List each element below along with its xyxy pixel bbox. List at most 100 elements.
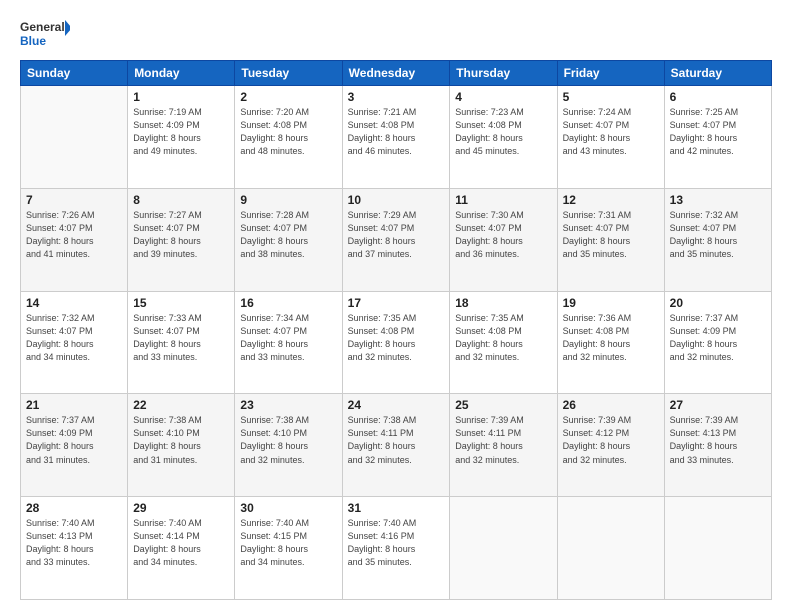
table-row: 26 Sunrise: 7:39 AM Sunset: 4:12 PM Dayli… [557,394,664,497]
table-row: 29Sunrise: 7:40 AM Sunset: 4:14 PM Dayli… [128,497,235,600]
day-info: Sunrise: 7:40 AM Sunset: 4:14 PM Dayligh… [133,517,229,569]
table-row: 30 Sunrise: 7:40 AM Sunset: 4:15 PM Dayli… [235,497,342,600]
day-number: 20 [670,296,766,310]
day-number: 26 [563,398,659,412]
calendar-table: SundayMondayTuesdayWednesdayThursdayFrid… [20,60,772,600]
table-row: 27 Sunrise: 7:39 AM Sunset: 4:13 PM Dayli… [664,394,771,497]
day-number: 5 [563,90,659,104]
day-info: Sunrise: 7:38 AM Sunset: 4:10 PM Dayligh… [240,414,336,466]
calendar-header-friday: Friday [557,61,664,86]
day-info: Sunrise: 7:30 AM Sunset: 4:07 PM Dayligh… [455,209,551,261]
table-row: 18Sunrise: 7:35 AM Sunset: 4:08 PM Dayli… [450,291,557,394]
table-row: 12 Sunrise: 7:31 AM Sunset: 4:07 PM Dayli… [557,188,664,291]
calendar-header-row: SundayMondayTuesdayWednesdayThursdayFrid… [21,61,772,86]
table-row: 6 Sunrise: 7:25 AM Sunset: 4:07 PM Daylig… [664,86,771,189]
table-row: 15 Sunrise: 7:33 AM Sunset: 4:07 PM Dayli… [128,291,235,394]
day-info: Sunrise: 7:32 AM Sunset: 4:07 PM Dayligh… [26,312,122,364]
calendar-header-sunday: Sunday [21,61,128,86]
table-row: 31 Sunrise: 7:40 AM Sunset: 4:16 PM Dayli… [342,497,450,600]
logo: General Blue [20,18,70,50]
calendar-header-monday: Monday [128,61,235,86]
header: General Blue [20,18,772,50]
day-info: Sunrise: 7:35 AM Sunset: 4:08 PM Dayligh… [348,312,445,364]
table-row: 28 Sunrise: 7:40 AM Sunset: 4:13 PM Dayli… [21,497,128,600]
table-row: 9 Sunrise: 7:28 AM Sunset: 4:07 PM Daylig… [235,188,342,291]
table-row: 2 Sunrise: 7:20 AM Sunset: 4:08 PM Daylig… [235,86,342,189]
calendar-week-row: 1 Sunrise: 7:19 AM Sunset: 4:09 PM Daylig… [21,86,772,189]
day-info: Sunrise: 7:27 AM Sunset: 4:07 PM Dayligh… [133,209,229,261]
day-info: Sunrise: 7:40 AM Sunset: 4:13 PM Dayligh… [26,517,122,569]
logo-svg: General Blue [20,18,70,50]
calendar-week-row: 28 Sunrise: 7:40 AM Sunset: 4:13 PM Dayli… [21,497,772,600]
table-row: 21 Sunrise: 7:37 AM Sunset: 4:09 PM Dayli… [21,394,128,497]
day-number: 22 [133,398,229,412]
day-number: 28 [26,501,122,515]
day-info: Sunrise: 7:37 AM Sunset: 4:09 PM Dayligh… [26,414,122,466]
day-number: 12 [563,193,659,207]
day-info: Sunrise: 7:24 AM Sunset: 4:07 PM Dayligh… [563,106,659,158]
svg-text:General: General [20,20,65,34]
table-row: 3 Sunrise: 7:21 AM Sunset: 4:08 PM Daylig… [342,86,450,189]
day-number: 10 [348,193,445,207]
day-info: Sunrise: 7:19 AM Sunset: 4:09 PM Dayligh… [133,106,229,158]
day-number: 4 [455,90,551,104]
day-info: Sunrise: 7:29 AM Sunset: 4:07 PM Dayligh… [348,209,445,261]
table-row: 14 Sunrise: 7:32 AM Sunset: 4:07 PM Dayli… [21,291,128,394]
table-row: 1 Sunrise: 7:19 AM Sunset: 4:09 PM Daylig… [128,86,235,189]
day-number: 24 [348,398,445,412]
day-info: Sunrise: 7:38 AM Sunset: 4:10 PM Dayligh… [133,414,229,466]
day-number: 7 [26,193,122,207]
table-row: 24Sunrise: 7:38 AM Sunset: 4:11 PM Dayli… [342,394,450,497]
table-row: 10 Sunrise: 7:29 AM Sunset: 4:07 PM Dayli… [342,188,450,291]
day-number: 25 [455,398,551,412]
day-info: Sunrise: 7:28 AM Sunset: 4:07 PM Dayligh… [240,209,336,261]
day-number: 17 [348,296,445,310]
day-number: 6 [670,90,766,104]
day-number: 9 [240,193,336,207]
day-info: Sunrise: 7:34 AM Sunset: 4:07 PM Dayligh… [240,312,336,364]
table-row [21,86,128,189]
calendar-header-saturday: Saturday [664,61,771,86]
table-row: 5 Sunrise: 7:24 AM Sunset: 4:07 PM Daylig… [557,86,664,189]
day-info: Sunrise: 7:35 AM Sunset: 4:08 PM Dayligh… [455,312,551,364]
table-row: 4Sunrise: 7:23 AM Sunset: 4:08 PM Daylig… [450,86,557,189]
day-number: 31 [348,501,445,515]
day-info: Sunrise: 7:31 AM Sunset: 4:07 PM Dayligh… [563,209,659,261]
day-info: Sunrise: 7:25 AM Sunset: 4:07 PM Dayligh… [670,106,766,158]
table-row: 11 Sunrise: 7:30 AM Sunset: 4:07 PM Dayli… [450,188,557,291]
day-number: 27 [670,398,766,412]
table-row [450,497,557,600]
day-info: Sunrise: 7:20 AM Sunset: 4:08 PM Dayligh… [240,106,336,158]
day-number: 8 [133,193,229,207]
table-row [664,497,771,600]
day-info: Sunrise: 7:40 AM Sunset: 4:15 PM Dayligh… [240,517,336,569]
calendar-week-row: 7 Sunrise: 7:26 AM Sunset: 4:07 PM Daylig… [21,188,772,291]
svg-text:Blue: Blue [20,34,46,48]
table-row: 16 Sunrise: 7:34 AM Sunset: 4:07 PM Dayli… [235,291,342,394]
calendar-header-wednesday: Wednesday [342,61,450,86]
day-number: 16 [240,296,336,310]
day-info: Sunrise: 7:39 AM Sunset: 4:13 PM Dayligh… [670,414,766,466]
day-info: Sunrise: 7:39 AM Sunset: 4:12 PM Dayligh… [563,414,659,466]
day-number: 23 [240,398,336,412]
table-row: 8 Sunrise: 7:27 AM Sunset: 4:07 PM Daylig… [128,188,235,291]
day-info: Sunrise: 7:21 AM Sunset: 4:08 PM Dayligh… [348,106,445,158]
day-number: 11 [455,193,551,207]
day-number: 2 [240,90,336,104]
day-number: 1 [133,90,229,104]
table-row: 23 Sunrise: 7:38 AM Sunset: 4:10 PM Dayli… [235,394,342,497]
day-info: Sunrise: 7:39 AM Sunset: 4:11 PM Dayligh… [455,414,551,466]
day-info: Sunrise: 7:33 AM Sunset: 4:07 PM Dayligh… [133,312,229,364]
table-row: 13Sunrise: 7:32 AM Sunset: 4:07 PM Dayli… [664,188,771,291]
day-info: Sunrise: 7:40 AM Sunset: 4:16 PM Dayligh… [348,517,445,569]
table-row: 22 Sunrise: 7:38 AM Sunset: 4:10 PM Dayli… [128,394,235,497]
day-number: 3 [348,90,445,104]
day-info: Sunrise: 7:26 AM Sunset: 4:07 PM Dayligh… [26,209,122,261]
day-number: 30 [240,501,336,515]
day-number: 15 [133,296,229,310]
table-row: 17 Sunrise: 7:35 AM Sunset: 4:08 PM Dayli… [342,291,450,394]
day-number: 21 [26,398,122,412]
day-number: 14 [26,296,122,310]
table-row: 19Sunrise: 7:36 AM Sunset: 4:08 PM Dayli… [557,291,664,394]
calendar-header-thursday: Thursday [450,61,557,86]
